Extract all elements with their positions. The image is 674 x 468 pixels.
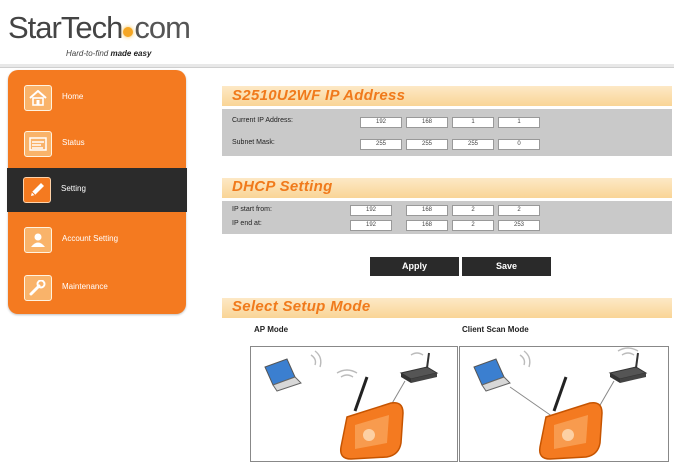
ip-end-octet-4[interactable]: 253 bbox=[498, 220, 540, 231]
current-ip-octet-2[interactable]: 168 bbox=[406, 117, 448, 128]
sidebar-item-label: Status bbox=[62, 138, 85, 147]
current-ip-octet-1[interactable]: 192 bbox=[360, 117, 402, 128]
header: StarTech com Hard-to-find made easy bbox=[0, 0, 674, 68]
current-ip-octet-4[interactable]: 1 bbox=[498, 117, 540, 128]
pencil-icon bbox=[23, 177, 51, 203]
logo-com-text: com bbox=[134, 10, 191, 45]
sidebar-item-maintenance[interactable]: Maintenance bbox=[8, 266, 186, 310]
ap-mode-option[interactable] bbox=[250, 346, 458, 462]
save-button[interactable]: Save bbox=[462, 257, 551, 276]
client-scan-mode-label: Client Scan Mode bbox=[462, 325, 529, 334]
travel-router-device-icon bbox=[538, 376, 603, 460]
client-scan-mode-option[interactable] bbox=[459, 346, 669, 462]
subnet-octet-3[interactable]: 255 bbox=[452, 139, 494, 150]
sidebar-item-label: Setting bbox=[61, 184, 86, 193]
current-ip-label: Current IP Address: bbox=[232, 117, 293, 124]
ip-start-octet-3[interactable]: 2 bbox=[452, 205, 494, 216]
sidebar-item-home[interactable]: Home bbox=[8, 76, 186, 120]
ap-mode-label: AP Mode bbox=[254, 325, 289, 334]
sidebar-item-label: Home bbox=[62, 92, 84, 101]
wifi-signal-icon bbox=[310, 350, 322, 368]
router-icon bbox=[399, 352, 439, 383]
travel-router-device-icon bbox=[339, 376, 404, 460]
subnet-mask-label: Subnet Mask: bbox=[232, 139, 275, 146]
ip-end-octet-1[interactable]: 192 bbox=[350, 220, 392, 231]
logo-star-dot bbox=[123, 26, 134, 37]
wrench-icon bbox=[24, 275, 52, 301]
subnet-octet-4[interactable]: 0 bbox=[498, 139, 540, 150]
logo-text: StarTech bbox=[8, 10, 123, 45]
subnet-octet-2[interactable]: 255 bbox=[406, 139, 448, 150]
ip-start-octet-2[interactable]: 168 bbox=[406, 205, 448, 216]
ip-start-octet-4[interactable]: 2 bbox=[498, 205, 540, 216]
laptop-icon bbox=[264, 358, 302, 392]
sidebar-item-label: Maintenance bbox=[62, 282, 108, 291]
ip-section-title: S2510U2WF IP Address bbox=[232, 87, 406, 104]
sidebar-item-status[interactable]: Status bbox=[8, 122, 186, 166]
ip-start-octet-1[interactable]: 192 bbox=[350, 205, 392, 216]
home-icon bbox=[24, 85, 52, 111]
sidebar-item-setting[interactable]: Setting bbox=[7, 168, 187, 212]
router-icon bbox=[608, 352, 648, 383]
header-divider bbox=[0, 64, 674, 68]
setup-mode-title: Select Setup Mode bbox=[232, 298, 371, 315]
ap-mode-illustration bbox=[264, 350, 439, 460]
tagline: Hard-to-find made easy bbox=[66, 49, 152, 58]
apply-button[interactable]: Apply bbox=[370, 257, 459, 276]
ip-start-label: IP start from: bbox=[232, 206, 272, 213]
sidebar-item-account-setting[interactable]: Account Setting bbox=[8, 218, 186, 262]
user-icon bbox=[24, 227, 52, 253]
laptop-icon bbox=[473, 358, 511, 392]
sidebar-nav: Home Status Setting Account Setting Main… bbox=[7, 70, 187, 314]
ip-end-label: IP end at: bbox=[232, 220, 262, 227]
dhcp-section-title: DHCP Setting bbox=[232, 178, 333, 195]
subnet-octet-1[interactable]: 255 bbox=[360, 139, 402, 150]
status-icon bbox=[24, 131, 52, 157]
current-ip-octet-3[interactable]: 1 bbox=[452, 117, 494, 128]
ip-end-octet-3[interactable]: 2 bbox=[452, 220, 494, 231]
startech-logo[interactable]: StarTech com bbox=[8, 10, 191, 46]
sidebar-item-label: Account Setting bbox=[62, 234, 119, 243]
client-scan-mode-illustration bbox=[473, 347, 648, 460]
ip-end-octet-2[interactable]: 168 bbox=[406, 220, 448, 231]
